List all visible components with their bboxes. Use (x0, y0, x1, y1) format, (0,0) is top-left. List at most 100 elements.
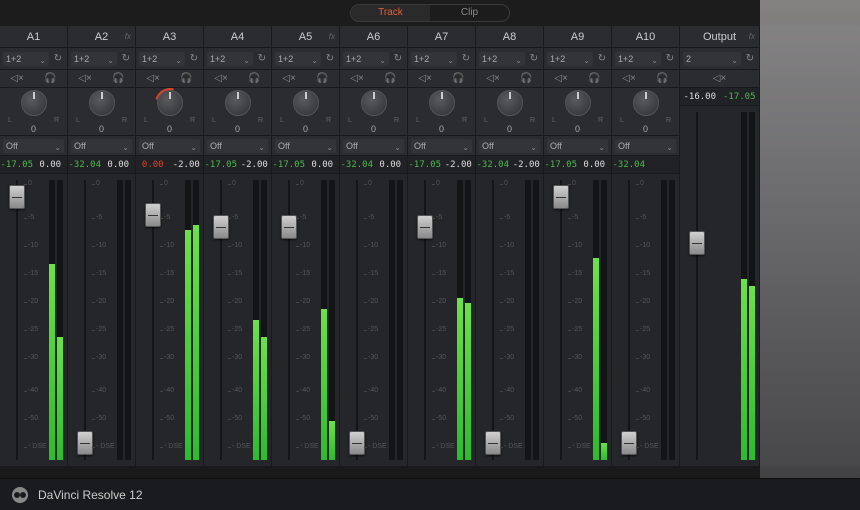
headphone-icon[interactable]: 🎧 (112, 73, 124, 84)
headphone-icon[interactable]: 🎧 (44, 73, 56, 84)
scale-tick: 0 (640, 180, 644, 187)
mute-icon[interactable]: ◁× (713, 73, 727, 84)
route-select[interactable]: 1+2⌄ (3, 52, 49, 66)
pan-knob[interactable] (89, 90, 115, 116)
fader-track (492, 180, 494, 460)
scale-tick: -10 (368, 242, 378, 249)
dynamics-select[interactable]: Off⌄ (139, 139, 200, 153)
dynamics-select[interactable]: Off⌄ (343, 139, 404, 153)
channel-strip: A81+2⌄↻◁×🎧LR0Off⌄-32.04-2.000-5-10-15-20… (476, 26, 544, 466)
headphone-icon[interactable]: 🎧 (384, 73, 396, 84)
dynamics-select[interactable]: Off⌄ (547, 139, 608, 153)
route-select[interactable]: 1+2⌄ (343, 52, 389, 66)
dynamics-select[interactable]: Off⌄ (615, 139, 676, 153)
pan-knob[interactable] (429, 90, 455, 116)
fader-handle[interactable] (553, 185, 569, 209)
pan-knob[interactable] (225, 90, 251, 116)
refresh-icon[interactable]: ↻ (256, 53, 268, 64)
strip-label: A2fx (68, 26, 135, 48)
pan-knob[interactable] (633, 90, 659, 116)
headphone-icon[interactable]: 🎧 (180, 73, 192, 84)
fader-handle[interactable] (485, 431, 501, 455)
mute-icon[interactable]: ◁× (214, 73, 228, 84)
pan-value: 0 (235, 124, 240, 134)
peak-readout: -17.05 (544, 160, 578, 170)
fader-scale: 0-5-10-15-20-25-30-40-50- DSE (504, 180, 518, 460)
refresh-icon[interactable]: ↻ (188, 53, 200, 64)
mute-icon[interactable]: ◁× (622, 73, 636, 84)
refresh-icon[interactable]: ↻ (324, 53, 336, 64)
scale-tick: -40 (572, 387, 582, 394)
refresh-icon[interactable]: ↻ (528, 53, 540, 64)
dynamics-select[interactable]: Off⌄ (3, 139, 64, 153)
pan-knob[interactable] (21, 90, 47, 116)
fader-handle[interactable] (417, 215, 433, 239)
headphone-icon[interactable]: 🎧 (656, 73, 668, 84)
dynamics-select[interactable]: Off⌄ (71, 139, 132, 153)
refresh-icon[interactable]: ↻ (596, 53, 608, 64)
fader-handle[interactable] (349, 431, 365, 455)
mute-icon[interactable]: ◁× (418, 73, 432, 84)
tab-clip[interactable]: Clip (430, 5, 509, 21)
route-select[interactable]: 1+2⌄ (547, 52, 593, 66)
fader-handle[interactable] (145, 203, 161, 227)
refresh-icon[interactable]: ↻ (52, 53, 64, 64)
route-select[interactable]: 1+2⌄ (71, 52, 117, 66)
headphone-icon[interactable]: 🎧 (248, 73, 260, 84)
pan-row: LR0 (612, 88, 679, 136)
route-select[interactable]: 1+2⌄ (207, 52, 253, 66)
dynamics-select[interactable]: Off⌄ (411, 139, 472, 153)
headphone-icon[interactable]: 🎧 (588, 73, 600, 84)
level-readout: -17.050.00 (0, 156, 67, 174)
level-meter (253, 180, 267, 460)
meter-fill (329, 421, 335, 460)
refresh-icon[interactable]: ↻ (392, 53, 404, 64)
dynamics-row: Off⌄ (204, 136, 271, 156)
refresh-icon[interactable]: ↻ (744, 53, 756, 64)
headphone-icon[interactable]: 🎧 (452, 73, 464, 84)
fader-handle[interactable] (213, 215, 229, 239)
mute-icon[interactable]: ◁× (486, 73, 500, 84)
route-row: 1+2⌄↻ (612, 48, 679, 70)
mute-icon[interactable]: ◁× (350, 73, 364, 84)
mute-icon[interactable]: ◁× (78, 73, 92, 84)
refresh-icon[interactable]: ↻ (120, 53, 132, 64)
pan-knob[interactable] (157, 90, 183, 116)
headphone-icon[interactable]: 🎧 (316, 73, 328, 84)
mute-icon[interactable]: ◁× (146, 73, 160, 84)
scale-tick: - DSE (232, 443, 251, 450)
route-row: 1+2⌄↻ (136, 48, 203, 70)
fader-handle[interactable] (9, 185, 25, 209)
route-select[interactable]: 1+2⌄ (139, 52, 185, 66)
fader-handle[interactable] (689, 231, 705, 255)
scale-tick: - DSE (368, 443, 387, 450)
scale-tick: -5 (572, 214, 578, 221)
dynamics-select[interactable]: Off⌄ (207, 139, 268, 153)
dynamics-select[interactable]: Off⌄ (479, 139, 540, 153)
fader-handle[interactable] (281, 215, 297, 239)
pan-knob[interactable] (565, 90, 591, 116)
headphone-icon[interactable]: 🎧 (520, 73, 532, 84)
tab-track[interactable]: Track (351, 5, 430, 21)
pan-knob[interactable] (293, 90, 319, 116)
route-select[interactable]: 1+2⌄ (411, 52, 457, 66)
route-select[interactable]: 1+2⌄ (615, 52, 661, 66)
pan-knob[interactable] (497, 90, 523, 116)
mute-icon[interactable]: ◁× (282, 73, 296, 84)
fader-handle[interactable] (621, 431, 637, 455)
route-select[interactable]: 1+2⌄ (275, 52, 321, 66)
peak-readout: -32.04 (612, 160, 646, 170)
fader-handle[interactable] (77, 431, 93, 455)
route-select[interactable]: 2⌄ (683, 52, 741, 66)
route-select[interactable]: 1+2⌄ (479, 52, 525, 66)
scale-tick: -50 (368, 415, 378, 422)
level-meter (49, 180, 63, 460)
mute-icon[interactable]: ◁× (554, 73, 568, 84)
dynamics-select[interactable]: Off⌄ (275, 139, 336, 153)
refresh-icon[interactable]: ↻ (460, 53, 472, 64)
mute-icon[interactable]: ◁× (10, 73, 24, 84)
meter-channel (661, 180, 667, 460)
refresh-icon[interactable]: ↻ (664, 53, 676, 64)
pan-knob[interactable] (361, 90, 387, 116)
scale-tick: -10 (96, 242, 106, 249)
